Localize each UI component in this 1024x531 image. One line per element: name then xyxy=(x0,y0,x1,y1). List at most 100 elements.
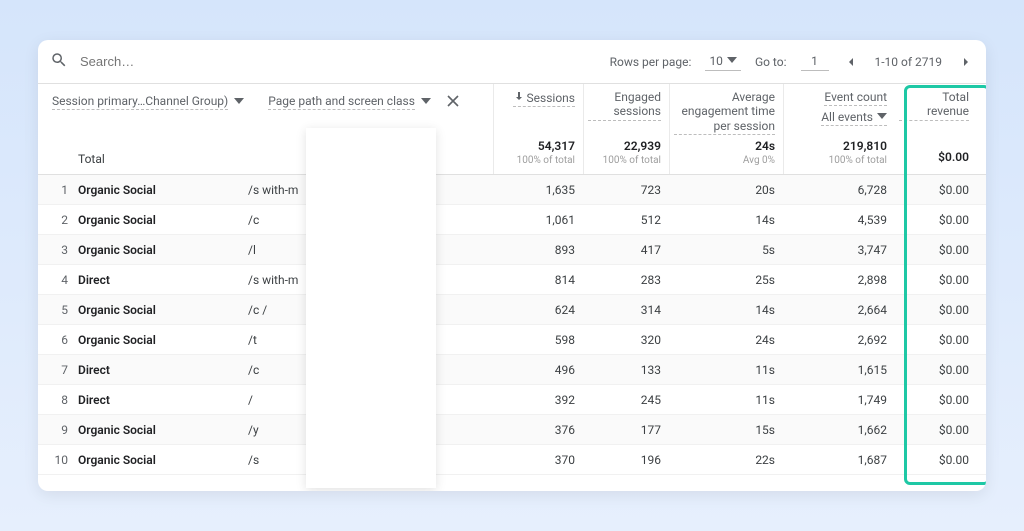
row-dim-secondary: /c / xyxy=(248,303,493,317)
row-dim-secondary: /t xyxy=(248,333,493,347)
col-sessions[interactable]: Sessions 54,317 100% of total xyxy=(493,84,583,174)
row-sessions: 376 xyxy=(493,423,583,437)
row-revenue: $0.00 xyxy=(895,393,977,407)
row-engaged: 314 xyxy=(583,303,669,317)
table-row[interactable]: 2Organic Social/c1,06151214s4,539$0.00 xyxy=(38,205,986,235)
col-event-count[interactable]: Event count All events 219,810 100% of t… xyxy=(783,84,895,174)
row-engaged: 512 xyxy=(583,213,669,227)
row-dim-primary: Organic Social xyxy=(78,243,248,257)
row-dim-secondary: /y xyxy=(248,423,493,437)
row-dim-secondary: /l xyxy=(248,243,493,257)
sort-desc-icon xyxy=(513,90,525,105)
row-revenue: $0.00 xyxy=(895,273,977,287)
row-avgeng: 22s xyxy=(669,453,783,467)
row-index: 8 xyxy=(38,393,78,407)
primary-dimension-picker[interactable]: Session primary…Channel Group) xyxy=(52,94,244,110)
row-sessions: 814 xyxy=(493,273,583,287)
row-index: 1 xyxy=(38,183,78,197)
row-dim-primary: Direct xyxy=(78,393,248,407)
table-header: Session primary…Channel Group) Page path… xyxy=(38,84,986,175)
secondary-dimension-picker[interactable]: Page path and screen class xyxy=(268,94,459,110)
row-revenue: $0.00 xyxy=(895,453,977,467)
row-index: 6 xyxy=(38,333,78,347)
table-row[interactable]: 3Organic Social/l8934175s3,747$0.00 xyxy=(38,235,986,265)
row-dim-primary: Organic Social xyxy=(78,183,248,197)
total-avgeng-value: 24s xyxy=(755,139,775,153)
table-body: 1Organic Social/s with-m1,63572320s6,728… xyxy=(38,175,986,475)
row-revenue: $0.00 xyxy=(895,183,977,197)
total-events-sub: 100% of total xyxy=(829,155,887,166)
row-engaged: 723 xyxy=(583,183,669,197)
table-row[interactable]: 10Organic Social/s37019622s1,687$0.00 xyxy=(38,445,986,475)
row-sessions: 1,061 xyxy=(493,213,583,227)
row-events: 1,662 xyxy=(783,423,895,437)
total-engaged-value: 22,939 xyxy=(624,139,661,153)
row-engaged: 177 xyxy=(583,423,669,437)
row-dim-secondary: /s xyxy=(248,453,493,467)
row-index: 10 xyxy=(38,453,78,467)
row-revenue: $0.00 xyxy=(895,213,977,227)
row-dim-primary: Direct xyxy=(78,273,248,287)
row-dim-secondary: /s with-m xyxy=(248,273,493,287)
row-avgeng: 14s xyxy=(669,213,783,227)
row-dim-secondary: /s with-m xyxy=(248,183,493,197)
rows-per-page-label: Rows per page: xyxy=(610,55,692,69)
total-events-value: 219,810 xyxy=(843,139,887,153)
row-revenue: $0.00 xyxy=(895,243,977,257)
row-revenue: $0.00 xyxy=(895,423,977,437)
row-index: 4 xyxy=(38,273,78,287)
table-row[interactable]: 8Direct/39224511s1,749$0.00 xyxy=(38,385,986,415)
row-revenue: $0.00 xyxy=(895,363,977,377)
col-avg-engagement[interactable]: Average engagement time per session 24s … xyxy=(669,84,783,174)
page-range: 1-10 of 2719 xyxy=(875,55,943,69)
rows-per-page-select[interactable]: 10 xyxy=(705,52,741,71)
table-row[interactable]: 4Direct/s with-m81428325s2,898$0.00 xyxy=(38,265,986,295)
row-events: 2,692 xyxy=(783,333,895,347)
row-engaged: 245 xyxy=(583,393,669,407)
row-dim-primary: Organic Social xyxy=(78,423,248,437)
row-revenue: $0.00 xyxy=(895,333,977,347)
caret-down-icon xyxy=(234,95,244,109)
col-total-revenue[interactable]: Total revenue $0.00 xyxy=(895,84,977,174)
row-events: 4,539 xyxy=(783,213,895,227)
row-events: 2,664 xyxy=(783,303,895,317)
remove-secondary-dimension-button[interactable] xyxy=(447,95,459,110)
table-row[interactable]: 1Organic Social/s with-m1,63572320s6,728… xyxy=(38,175,986,205)
row-dim-secondary: /c xyxy=(248,213,493,227)
row-index: 7 xyxy=(38,363,78,377)
row-engaged: 196 xyxy=(583,453,669,467)
dimension-area: Session primary…Channel Group) Page path… xyxy=(38,84,493,174)
pager: Rows per page: 10 Go to: 1 1-10 of 2719 xyxy=(610,52,974,71)
search-input[interactable] xyxy=(78,53,298,70)
row-avgeng: 11s xyxy=(669,363,783,377)
next-page-button[interactable] xyxy=(958,54,974,70)
caret-down-icon xyxy=(877,110,887,124)
col-engaged-sessions[interactable]: Engaged sessions 22,939 100% of total xyxy=(583,84,669,174)
row-sessions: 893 xyxy=(493,243,583,257)
row-sessions: 370 xyxy=(493,453,583,467)
metric-headers: Sessions 54,317 100% of total Engaged se… xyxy=(493,84,986,174)
caret-down-icon xyxy=(727,54,737,68)
search-wrap xyxy=(50,51,610,72)
row-events: 3,747 xyxy=(783,243,895,257)
row-avgeng: 24s xyxy=(669,333,783,347)
row-events: 1,749 xyxy=(783,393,895,407)
total-sessions-value: 54,317 xyxy=(538,139,575,153)
table-row[interactable]: 6Organic Social/t59832024s2,692$0.00 xyxy=(38,325,986,355)
total-avgeng-sub: Avg 0% xyxy=(743,155,775,166)
total-label: Total xyxy=(52,152,483,166)
row-index: 2 xyxy=(38,213,78,227)
table-row[interactable]: 9Organic Social/y37617715s1,662$0.00 xyxy=(38,415,986,445)
table-row[interactable]: 5Organic Social/c /62431414s2,664$0.00 xyxy=(38,295,986,325)
caret-down-icon xyxy=(421,95,431,109)
row-dim-primary: Organic Social xyxy=(78,333,248,347)
row-events: 2,898 xyxy=(783,273,895,287)
row-index: 9 xyxy=(38,423,78,437)
row-dim-secondary: /c xyxy=(248,363,493,377)
table-row[interactable]: 7Direct/c49613311s1,615$0.00 xyxy=(38,355,986,385)
search-icon xyxy=(50,51,78,72)
goto-input[interactable]: 1 xyxy=(801,52,829,71)
prev-page-button[interactable] xyxy=(843,54,859,70)
event-filter-picker[interactable]: All events xyxy=(821,110,887,126)
row-engaged: 417 xyxy=(583,243,669,257)
